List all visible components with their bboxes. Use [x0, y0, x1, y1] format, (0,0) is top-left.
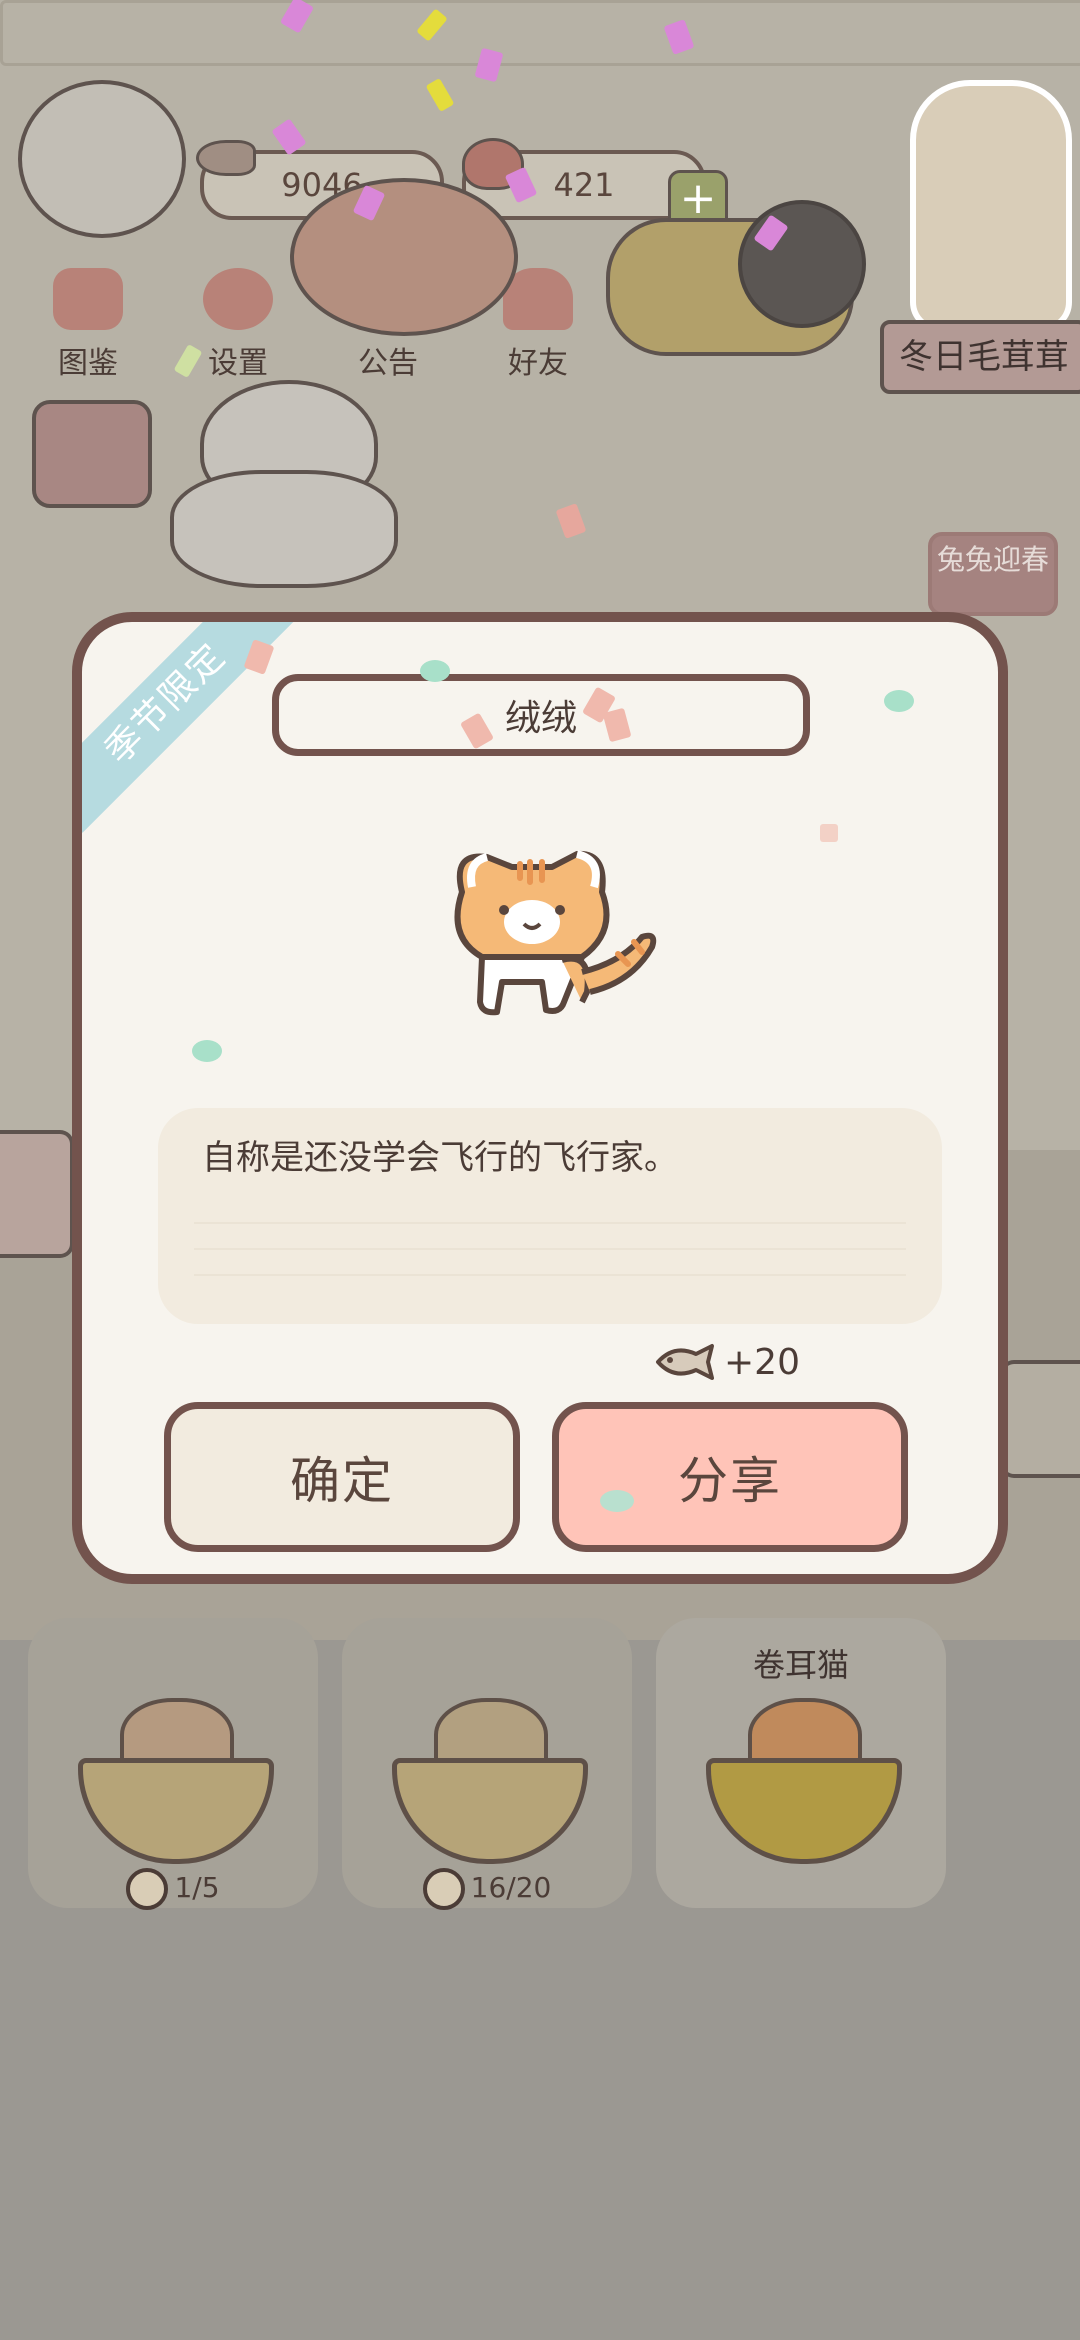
cat-name-box: 绒绒	[272, 674, 810, 756]
menu-label: 好友	[508, 346, 568, 381]
card-count: 16/20	[470, 1871, 552, 1904]
journal-icon[interactable]	[32, 400, 152, 508]
note-lines	[194, 1198, 906, 1298]
menu-label: 公告	[358, 346, 418, 381]
side-panel	[1000, 1360, 1080, 1478]
avatar[interactable]	[18, 80, 186, 238]
collection-card[interactable]: 16/20	[342, 1618, 632, 1910]
confetti	[192, 1040, 222, 1062]
card-count: 1/5	[174, 1871, 220, 1904]
cushion	[290, 178, 518, 336]
confirm-button[interactable]: 确定	[164, 1402, 520, 1552]
winter-event-banner[interactable]: 冬日毛茸茸	[880, 320, 1080, 394]
siamese-cat-mascot	[910, 80, 1072, 332]
cat-info-dialog: 季节限定 绒绒 自称是还没学会飞行的飞行家。 +20 确定 分享	[72, 612, 1008, 1584]
confetti	[884, 690, 914, 712]
rabbit-event-banner[interactable]: 兔兔迎春	[928, 532, 1058, 616]
fish-icon	[196, 140, 256, 176]
menu-label: 图鉴	[58, 346, 118, 381]
confetti	[820, 824, 838, 842]
collection-badge-icon	[422, 1868, 465, 1910]
gear-icon	[203, 268, 273, 330]
heart-count: 421	[553, 166, 615, 204]
confetti	[420, 660, 450, 682]
side-panel	[0, 1130, 74, 1258]
menu-settings-button[interactable]: 设置	[178, 268, 298, 398]
share-button[interactable]: 分享	[552, 1402, 908, 1552]
collection-badge-icon	[126, 1868, 169, 1910]
orange-cat-icon	[454, 850, 657, 1016]
confirm-label: 确定	[290, 1452, 394, 1510]
shelf	[0, 0, 1080, 66]
cat-description: 自称是还没学会飞行的飞行家。	[202, 1138, 678, 1178]
basket-icon	[392, 1758, 588, 1864]
basket-icon	[78, 1758, 274, 1864]
reward-row: +20	[652, 1340, 800, 1384]
description-box: 自称是还没学会飞行的飞行家。	[158, 1108, 942, 1324]
black-cat[interactable]	[738, 200, 866, 328]
card-count-row: 1/5	[28, 1868, 318, 1910]
gray-cat-body	[170, 470, 398, 588]
card-title: 卷耳猫	[752, 1646, 849, 1684]
confetti	[600, 1490, 634, 1512]
collection-card[interactable]: 1/5	[28, 1618, 318, 1910]
card-count-row: 16/20	[342, 1868, 632, 1910]
share-label: 分享	[678, 1452, 782, 1510]
cat-name: 绒绒	[504, 698, 577, 739]
reward-amount: +20	[724, 1341, 800, 1383]
collection-card[interactable]: 卷耳猫	[656, 1618, 946, 1908]
menu-catalog-button[interactable]: 图鉴	[28, 268, 148, 398]
basket-icon	[706, 1758, 902, 1864]
fish-icon	[656, 1344, 714, 1380]
cat-head-icon	[53, 268, 123, 330]
